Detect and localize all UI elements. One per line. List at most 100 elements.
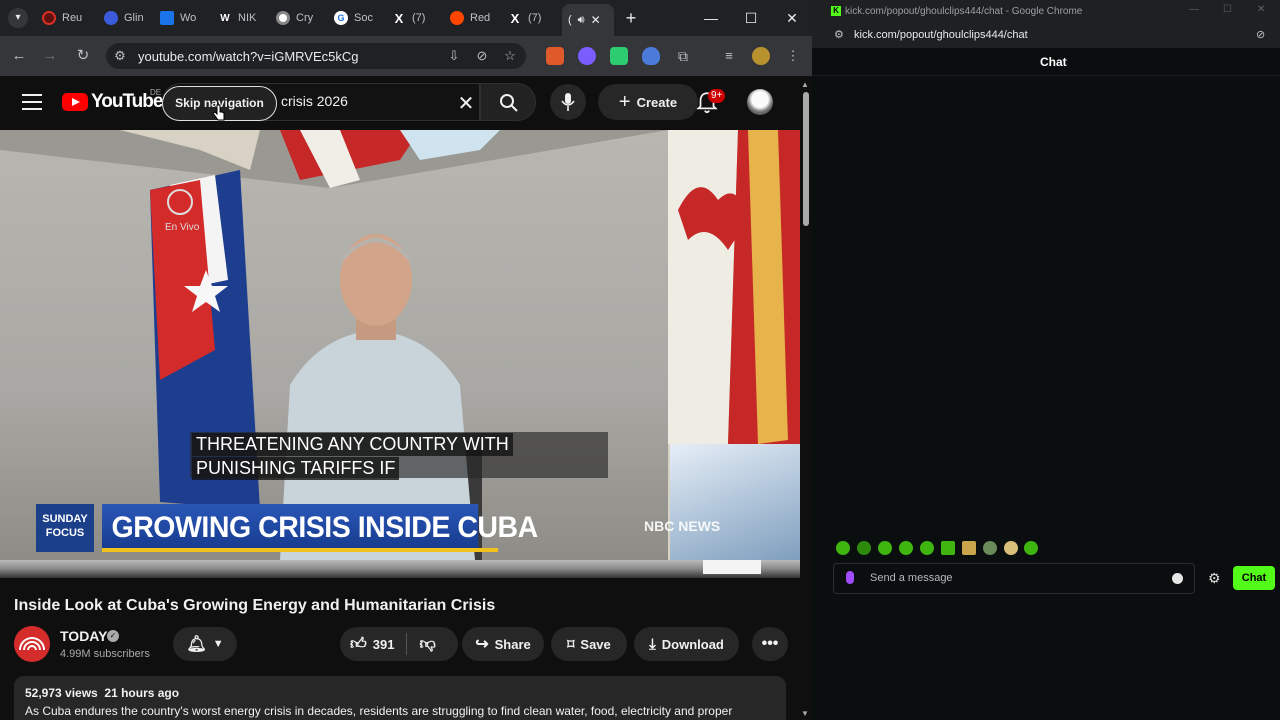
country-code: DE (150, 88, 162, 97)
browser-tab[interactable]: X (7) (508, 6, 560, 30)
emote-icon[interactable] (1024, 541, 1038, 555)
emote-icon[interactable] (983, 541, 997, 555)
browser-tab[interactable]: W NIK (218, 6, 270, 30)
browser-tab[interactable]: Red (450, 6, 502, 30)
description-text: As Cuba endures the country's worst ener… (25, 704, 733, 718)
subscriber-count: 4.99M subscribers (60, 648, 150, 660)
plus-icon: + (618, 90, 631, 113)
reload-icon[interactable]: ↻ (73, 46, 93, 66)
x-icon: X (394, 10, 404, 26)
channel-avatar[interactable] (14, 626, 50, 662)
message-placeholder[interactable]: Send a message (870, 572, 953, 584)
emote-icon[interactable] (1004, 541, 1018, 555)
install-app-icon[interactable]: ⇩ (445, 47, 463, 65)
speaker-icon[interactable]: 🔊︎ (578, 14, 585, 27)
search-button[interactable] (480, 83, 536, 121)
popup-eye-off-icon[interactable]: ⊘ (1256, 28, 1265, 41)
chat-settings-gear-icon[interactable]: ⚙︎ (1208, 570, 1221, 587)
x-icon: X (510, 10, 520, 26)
emote-icon[interactable] (920, 541, 934, 555)
create-button[interactable]: + Create (598, 84, 698, 120)
forward-icon[interactable]: → (40, 46, 60, 66)
profile-avatar-icon[interactable] (752, 47, 770, 65)
minimize-icon[interactable]: — (701, 8, 721, 28)
tracking-eye-icon[interactable]: ⊘ (473, 47, 491, 65)
media-controls-icon[interactable]: ≡ (720, 47, 738, 65)
send-chat-button[interactable]: Chat (1233, 566, 1275, 590)
extensions-icon[interactable]: ⧉ (674, 47, 692, 65)
save-button[interactable]: ⌑ Save (551, 627, 627, 661)
browser-tab[interactable]: Reu (42, 6, 94, 30)
extension-cloud-icon[interactable] (578, 47, 596, 65)
youtube-browser-window: ▾ Reu Glin Wo W NIK Cry G Soc X (7) Red … (0, 0, 812, 720)
tab-strip: ▾ Reu Glin Wo W NIK Cry G Soc X (7) Red … (0, 0, 812, 36)
bookmark-star-icon[interactable]: ☆ (501, 47, 519, 65)
active-browser-tab[interactable]: ( 🔊︎ ✕ (562, 4, 614, 36)
more-actions-button[interactable]: ••• (752, 627, 788, 661)
search-query[interactable]: crisis 2026 (281, 93, 348, 109)
glint-icon (104, 11, 118, 25)
google-icon: G (334, 11, 348, 25)
video-title: Inside Look at Cuba's Growing Energy and… (14, 597, 496, 614)
new-tab-button[interactable]: + (621, 8, 641, 28)
crypto-icon (276, 11, 290, 25)
emote-icon[interactable] (878, 541, 892, 555)
dislike-button[interactable]: 👎︎ (419, 635, 435, 654)
video-player[interactable]: En Vivo THREATENING ANY COUNTRY WITH PUN… (0, 130, 800, 560)
voice-search-button[interactable] (550, 84, 586, 120)
extension-puzzle-green-icon[interactable] (610, 47, 628, 65)
chat-mic-icon[interactable] (846, 571, 854, 584)
browser-tab[interactable]: X (7) (392, 6, 444, 30)
menu-icon[interactable] (22, 94, 42, 110)
popup-minimize-icon[interactable]: — (1189, 4, 1199, 15)
chrome-menu-icon[interactable]: ⋮ (784, 47, 802, 65)
popup-site-info-icon[interactable]: ⚙︎ (834, 28, 844, 41)
channel-name[interactable]: TODAY (60, 628, 107, 644)
video-right-scene (668, 130, 800, 444)
popup-maximize-icon[interactable]: ☐ (1223, 4, 1232, 15)
emote-icon[interactable] (836, 541, 850, 555)
popup-close-icon[interactable]: ✕ (1257, 4, 1265, 15)
youtube-logo-icon[interactable] (62, 93, 88, 111)
scroll-up-icon[interactable]: ▲ (801, 80, 809, 89)
scrollbar-thumb[interactable] (803, 92, 809, 226)
browser-tab[interactable]: Glin (104, 6, 156, 30)
scroll-down-icon[interactable]: ▼ (801, 709, 809, 718)
like-button[interactable]: 👍︎ 391 (350, 635, 394, 654)
share-button[interactable]: ↪ Share (462, 627, 544, 661)
browser-tab[interactable]: Wo (160, 6, 212, 30)
back-icon[interactable]: ← (9, 46, 29, 66)
emote-icon[interactable] (941, 541, 955, 555)
popup-window-title: kick.com/popout/ghoulclips444/chat - Goo… (845, 6, 1083, 17)
address-url[interactable]: youtube.com/watch?v=iGMRVEc5kCg (138, 49, 359, 64)
nbc-news-watermark: NBC NEWS (644, 518, 721, 534)
site-info-icon[interactable]: ⚙︎ (111, 47, 129, 65)
subscription-bell-button[interactable]: 🔔︎ ▼ (173, 627, 237, 661)
download-button[interactable]: ⤓ Download (634, 627, 739, 661)
extension-shield-icon[interactable] (642, 47, 660, 65)
tab-search-button[interactable]: ▾ (8, 8, 28, 28)
bell-icon: 🔔︎ (186, 636, 207, 653)
chat-title: Chat (1040, 55, 1067, 69)
maximize-icon[interactable]: ☐ (741, 8, 761, 28)
share-icon: ↪ (475, 636, 489, 653)
nik-icon: W (218, 11, 232, 25)
popup-url[interactable]: kick.com/popout/ghoulclips444/chat (854, 29, 1028, 41)
browser-tab[interactable]: G Soc (334, 6, 386, 30)
chyron-underline (102, 548, 498, 552)
divider (406, 633, 408, 655)
close-tab-icon[interactable]: ✕ (591, 13, 601, 27)
emote-icon[interactable] (962, 541, 976, 555)
world-icon (160, 11, 174, 25)
video-progress-area[interactable] (0, 560, 800, 578)
progress-hover-preview (703, 560, 761, 574)
emoji-picker-icon[interactable] (1172, 573, 1183, 584)
caption-line-2: PUNISHING TARIFFS IF (192, 457, 400, 480)
account-avatar[interactable] (747, 89, 773, 115)
browser-tab[interactable]: Cry (276, 6, 328, 30)
clear-search-icon[interactable]: ✕ (455, 91, 477, 116)
extension-fox-icon[interactable] (546, 47, 564, 65)
close-window-icon[interactable]: ✕ (782, 8, 802, 28)
emote-icon[interactable] (857, 541, 871, 555)
emote-icon[interactable] (899, 541, 913, 555)
